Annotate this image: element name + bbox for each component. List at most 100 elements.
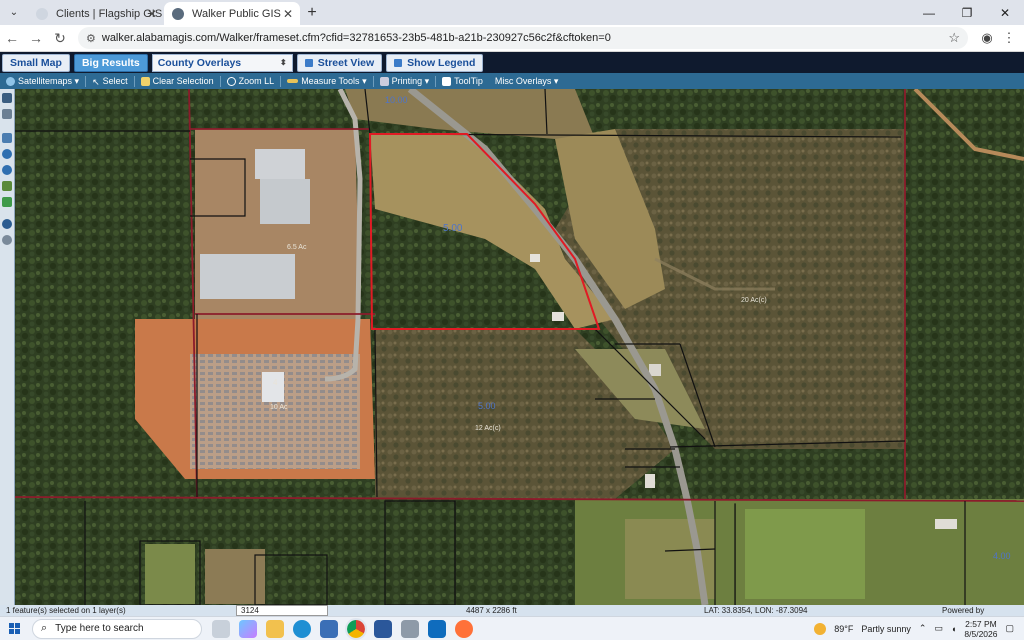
close-icon[interactable]: ✕	[283, 7, 293, 21]
map-label-top-value: 10.00	[385, 95, 408, 105]
full-extent-icon[interactable]	[2, 181, 12, 191]
select-value: County Overlays	[157, 56, 242, 69]
search-placeholder: Type here to search	[55, 623, 144, 634]
bookmark-star-icon[interactable]: ☆	[948, 30, 960, 46]
firefox-icon[interactable]	[455, 619, 473, 638]
misc-overlays-label: Misc Overlays	[494, 76, 552, 86]
globe-icon	[172, 7, 184, 20]
map-label-lower-acres: 12 Ac(c)	[475, 425, 501, 432]
address-bar-row: ← → ↻ ⚙ walker.alabamagis.com/Walker/fra…	[0, 25, 1024, 52]
taskbar-apps	[212, 617, 473, 640]
file-explorer-icon[interactable]	[266, 619, 284, 638]
satellitemaps-label: Satellitemaps	[18, 76, 73, 86]
zoom-box-icon[interactable]	[2, 133, 12, 143]
url-input[interactable]: ⚙ walker.alabamagis.com/Walker/frameset.…	[78, 27, 968, 49]
map-label-center-value: 5.00	[443, 223, 463, 234]
outlook-icon[interactable]	[428, 619, 446, 638]
zoom-ll-tool[interactable]: Zoom LL	[221, 76, 281, 86]
misc-overlays-menu[interactable]: Misc Overlays ▾	[489, 76, 565, 87]
map-dimensions: 4487 x 2286 ft	[466, 606, 517, 615]
speaker-icon[interactable]: ◖	[951, 624, 956, 634]
tab-flagship-gis[interactable]: Clients | Flagship GIS ✕	[28, 2, 164, 25]
zoom-in-icon[interactable]	[2, 149, 12, 159]
chrome-icon[interactable]	[345, 617, 367, 640]
big-results-button[interactable]: Big Results	[73, 53, 148, 72]
clock[interactable]: 2:57 PM 8/5/2026	[964, 619, 997, 639]
network-icon[interactable]: ▭	[934, 623, 943, 634]
reload-icon[interactable]: ↻	[48, 30, 72, 47]
show-legend-button[interactable]: Show Legend	[386, 53, 484, 72]
satellitemaps-menu[interactable]: Satellitemaps ▾	[0, 76, 85, 87]
close-window-icon[interactable]: ✕	[986, 6, 1024, 20]
gis-status-bar: 1 feature(s) selected on 1 layer(s) 3124…	[0, 605, 1024, 616]
copilot-icon[interactable]	[239, 619, 257, 638]
weather-temp: 89°F	[834, 623, 854, 634]
url-text: walker.alabamagis.com/Walker/frameset.cf…	[101, 32, 611, 44]
tab-walker-gis[interactable]: Walker Public GIS ✕	[164, 2, 300, 25]
map-label-left-acres: 6.5 Ac	[287, 244, 307, 251]
county-overlays-select[interactable]: County Overlays ⬍	[151, 53, 293, 72]
tooltip-label: ToolTip	[454, 76, 483, 86]
street-view-label: Street View	[317, 56, 375, 69]
word-icon[interactable]	[374, 619, 392, 638]
coordinates-readout: LAT: 33.8354, LON: -87.3094	[704, 606, 808, 615]
gis-toolbar: Satellitemaps ▾ ↖ Select Clear Selection …	[0, 73, 1024, 89]
parcel-input[interactable]: 3124	[236, 605, 328, 616]
help-icon[interactable]	[2, 235, 12, 245]
map-label-lot-4: 4	[273, 378, 278, 387]
pan-hand-icon[interactable]	[2, 109, 12, 119]
street-view-icon	[304, 58, 313, 67]
zoom-ll-label: Zoom LL	[238, 76, 275, 86]
profile-icon[interactable]: ◉	[976, 30, 998, 46]
more-menu-icon[interactable]: ⋮	[998, 30, 1020, 46]
weather-icon	[814, 622, 827, 635]
powered-by-text: Powered by	[942, 606, 985, 615]
identify-icon[interactable]	[2, 197, 12, 207]
close-icon[interactable]: ✕	[147, 7, 157, 21]
map-label-mid-acres: 10 Ac	[270, 404, 288, 411]
restore-icon[interactable]: ❐	[948, 6, 986, 20]
measure-tools-menu[interactable]: Measure Tools ▾	[281, 76, 372, 87]
flagship-favicon-icon	[36, 7, 48, 20]
task-view-icon[interactable]	[212, 619, 230, 638]
clear-selection-label: Clear Selection	[152, 76, 214, 86]
tab-title: Walker Public GIS	[192, 7, 281, 20]
small-map-button[interactable]: Small Map	[2, 53, 70, 72]
forward-arrow-icon[interactable]: →	[24, 30, 48, 46]
show-legend-label: Show Legend	[407, 56, 476, 69]
zoom-out-icon[interactable]	[2, 165, 12, 175]
printer-icon	[379, 76, 389, 86]
printing-menu[interactable]: Printing ▾	[374, 76, 436, 87]
printing-label: Printing	[391, 76, 423, 86]
left-tool-column	[0, 89, 15, 605]
windows-start-icon[interactable]	[0, 623, 28, 634]
clear-selection-tool[interactable]: Clear Selection	[135, 76, 220, 86]
select-label: Select	[102, 76, 128, 86]
street-view-button[interactable]: Street View	[296, 53, 383, 72]
satellite-map[interactable]: 5.00 6.5 Ac 4 10 Ac 20 Ac(c) 5.00 12 Ac(…	[15, 89, 1024, 605]
tooltip-tool[interactable]: ToolTip	[436, 76, 489, 86]
new-tab-button[interactable]: +	[300, 4, 324, 22]
weather-description: Partly sunny	[861, 623, 911, 634]
tab-search-icon[interactable]: ⌄	[0, 0, 28, 25]
back-arrow-icon[interactable]: ←	[0, 30, 24, 46]
system-tray: 89°F Partly sunny ⌃ ▭ ◖ 2:57 PM 8/5/2026…	[814, 619, 1024, 639]
minimize-icon[interactable]: —	[910, 6, 948, 20]
edge-icon[interactable]	[293, 619, 311, 638]
cursor-icon: ↖	[92, 76, 100, 87]
chevron-up-icon[interactable]: ⌃	[919, 623, 927, 634]
search-icon: ⌕	[41, 622, 48, 634]
gis-header: Small Map Big Results County Overlays ⬍ …	[0, 52, 1024, 73]
taskbar-search-input[interactable]: ⌕ Type here to search	[32, 618, 202, 639]
store-icon[interactable]	[320, 619, 338, 638]
pointer-icon[interactable]	[2, 93, 12, 103]
map-canvas[interactable]: 5.00 6.5 Ac 4 10 Ac 20 Ac(c) 5.00 12 Ac(…	[15, 89, 1024, 605]
info-icon[interactable]	[2, 219, 12, 229]
eraser-icon	[140, 76, 150, 86]
site-settings-icon[interactable]: ⚙	[86, 32, 96, 45]
photos-icon[interactable]	[401, 619, 419, 638]
globe-icon	[6, 76, 15, 86]
select-tool[interactable]: ↖ Select	[86, 76, 134, 87]
windows-taskbar: ⌕ Type here to search 89°F Partly sunny …	[0, 616, 1024, 640]
notifications-icon[interactable]: ▢	[1005, 623, 1014, 634]
